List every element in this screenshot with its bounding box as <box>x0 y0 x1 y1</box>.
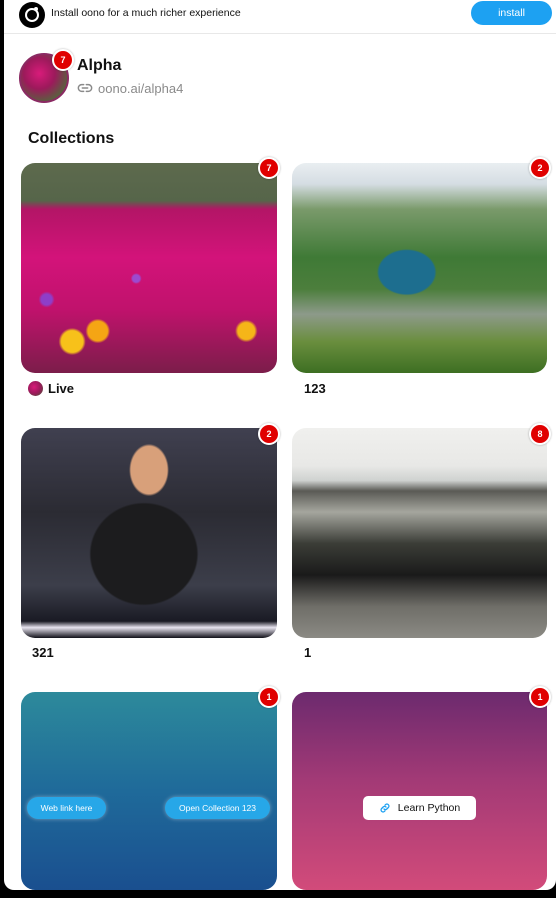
collection-card-links[interactable]: Web link here Open Collection 123 <box>21 692 277 890</box>
install-button[interactable]: install <box>471 1 552 25</box>
collection-caption-text: Live <box>48 381 75 396</box>
learn-python-label: Learn Python <box>397 802 461 814</box>
collection-badge: 2 <box>529 157 551 179</box>
profile-link[interactable]: oono.ai/alpha4 <box>98 81 183 96</box>
collection-caption[interactable]: 123 <box>304 381 326 396</box>
profile-link-row[interactable]: oono.ai/alpha4 <box>77 80 183 96</box>
collections-title: Collections <box>28 130 115 147</box>
collection-card-python[interactable]: Learn Python <box>292 692 547 890</box>
collection-badge: 1 <box>258 686 280 708</box>
profile-badge: 7 <box>52 49 74 71</box>
collection-caption[interactable]: 1 <box>304 645 311 660</box>
collection-card-live[interactable] <box>21 163 277 373</box>
chain-link-icon <box>380 803 390 813</box>
oono-logo-icon <box>19 2 45 28</box>
collection-caption[interactable]: Live <box>28 381 74 396</box>
collection-badge: 8 <box>529 423 551 445</box>
link-icon <box>77 83 93 93</box>
collection-badge: 7 <box>258 157 280 179</box>
collection-card-1[interactable] <box>292 428 547 638</box>
collection-badge: 1 <box>529 686 551 708</box>
collection-avatar <box>28 381 43 396</box>
open-collection-button[interactable]: Open Collection 123 <box>165 797 270 819</box>
collection-card-321[interactable] <box>21 428 277 638</box>
collection-card-123[interactable] <box>292 163 547 373</box>
web-link-button[interactable]: Web link here <box>27 797 106 819</box>
banner-message: Install oono for a much richer experienc… <box>51 7 241 19</box>
collection-badge: 2 <box>258 423 280 445</box>
learn-python-button[interactable]: Learn Python <box>363 796 476 820</box>
collection-caption[interactable]: 321 <box>32 645 54 660</box>
profile-name: Alpha <box>77 57 122 74</box>
page: Install oono for a much richer experienc… <box>4 0 556 890</box>
install-banner: Install oono for a much richer experienc… <box>4 0 556 34</box>
